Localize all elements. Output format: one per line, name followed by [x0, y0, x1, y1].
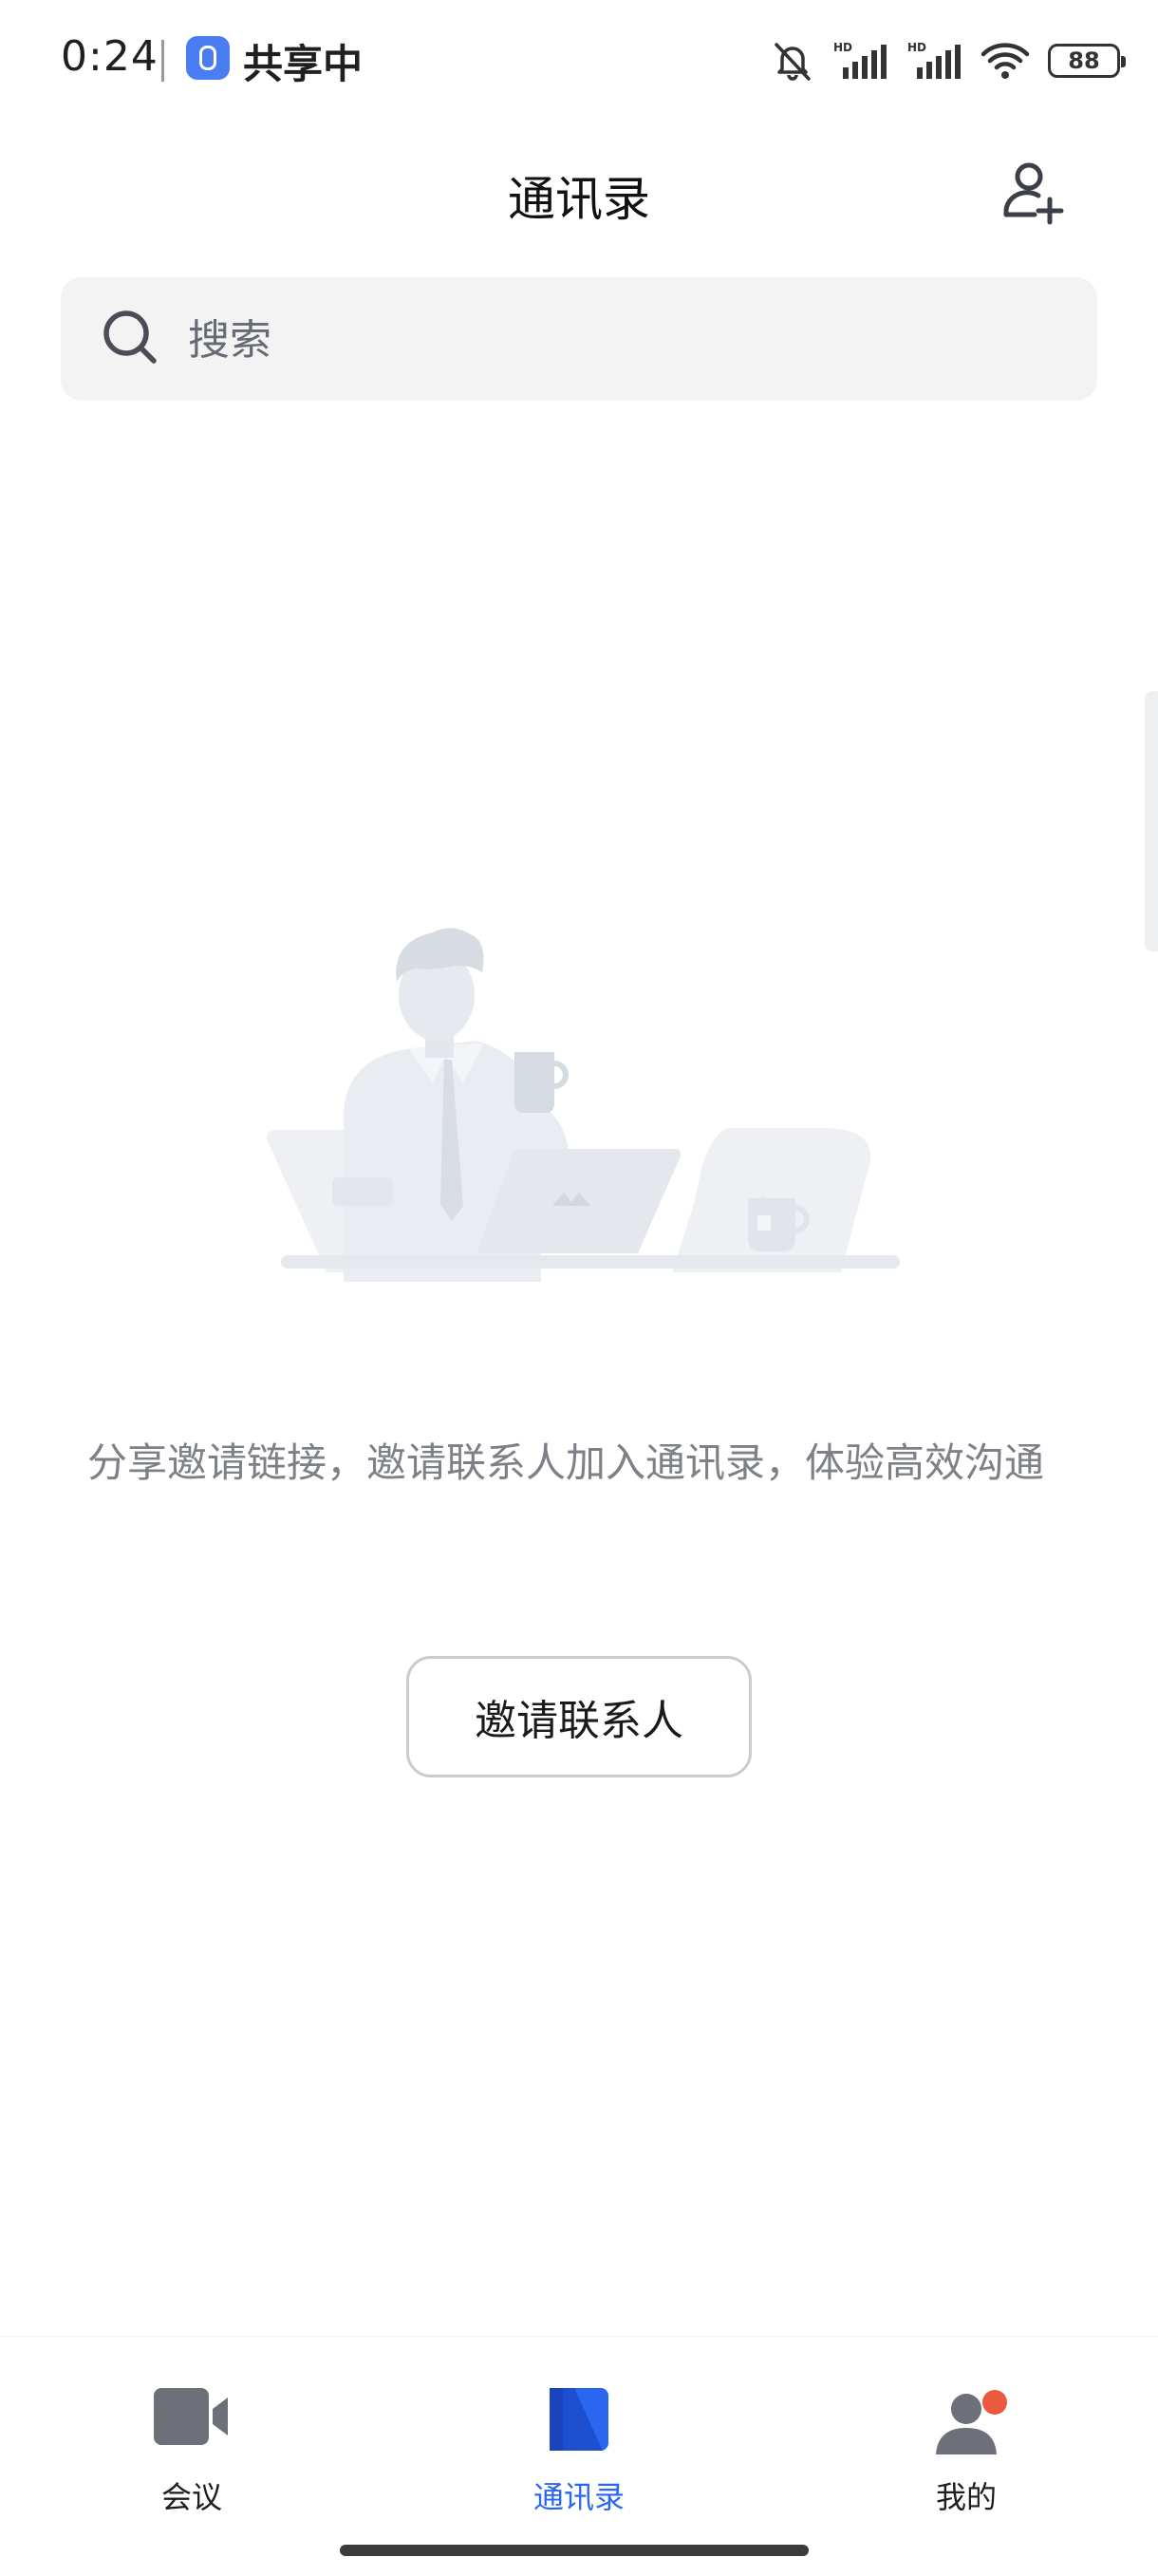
tab-label: 通讯录 — [532, 2479, 625, 2515]
tab-contacts[interactable]: 通讯录 — [456, 2337, 702, 2536]
wifi-icon — [981, 43, 1030, 79]
status-divider — [161, 40, 164, 82]
search-input[interactable] — [186, 302, 1044, 378]
mute-bell-icon — [775, 43, 811, 81]
signal-hd-icon: HD — [833, 41, 887, 79]
battery-icon: 88 — [1048, 44, 1126, 78]
add-contact-button[interactable] — [997, 154, 1073, 230]
address-book-icon — [550, 2388, 608, 2451]
add-contact-icon — [1003, 162, 1064, 225]
home-indicator[interactable] — [340, 2545, 809, 2556]
tab-label: 会议 — [160, 2479, 222, 2515]
screen-share-icon — [186, 36, 230, 80]
search-icon — [103, 310, 157, 364]
person-at-desk-illustration — [266, 928, 900, 1282]
tab-meetings[interactable]: 会议 — [68, 2337, 315, 2536]
battery-level: 88 — [1068, 47, 1100, 74]
video-camera-icon — [154, 2388, 228, 2445]
tab-label: 我的 — [935, 2479, 997, 2515]
tab-profile[interactable]: 我的 — [843, 2337, 1090, 2536]
invite-contacts-button[interactable]: 邀请联系人 — [406, 1656, 752, 1777]
empty-state-message: 分享邀请链接，邀请联系人加入通讯录，体验高效沟通 — [87, 1439, 1045, 1486]
page-title: 通讯录 — [508, 172, 650, 227]
signal-hd-icon: HD — [907, 41, 961, 79]
notification-badge — [982, 2390, 1007, 2415]
status-time: 0:24 — [61, 32, 159, 81]
sharing-status-label: 共享中 — [243, 41, 364, 87]
svg-text:HD: HD — [907, 41, 926, 54]
svg-text:HD: HD — [833, 41, 852, 54]
bottom-nav: 会议 通讯录 我的 — [0, 2336, 1158, 2576]
search-bar[interactable] — [61, 277, 1097, 401]
status-bar: 0:24 共享中 HD HD 88 — [0, 0, 1158, 120]
side-scroll-handle[interactable] — [1145, 691, 1158, 951]
status-icons: HD HD 88 — [771, 34, 1126, 87]
